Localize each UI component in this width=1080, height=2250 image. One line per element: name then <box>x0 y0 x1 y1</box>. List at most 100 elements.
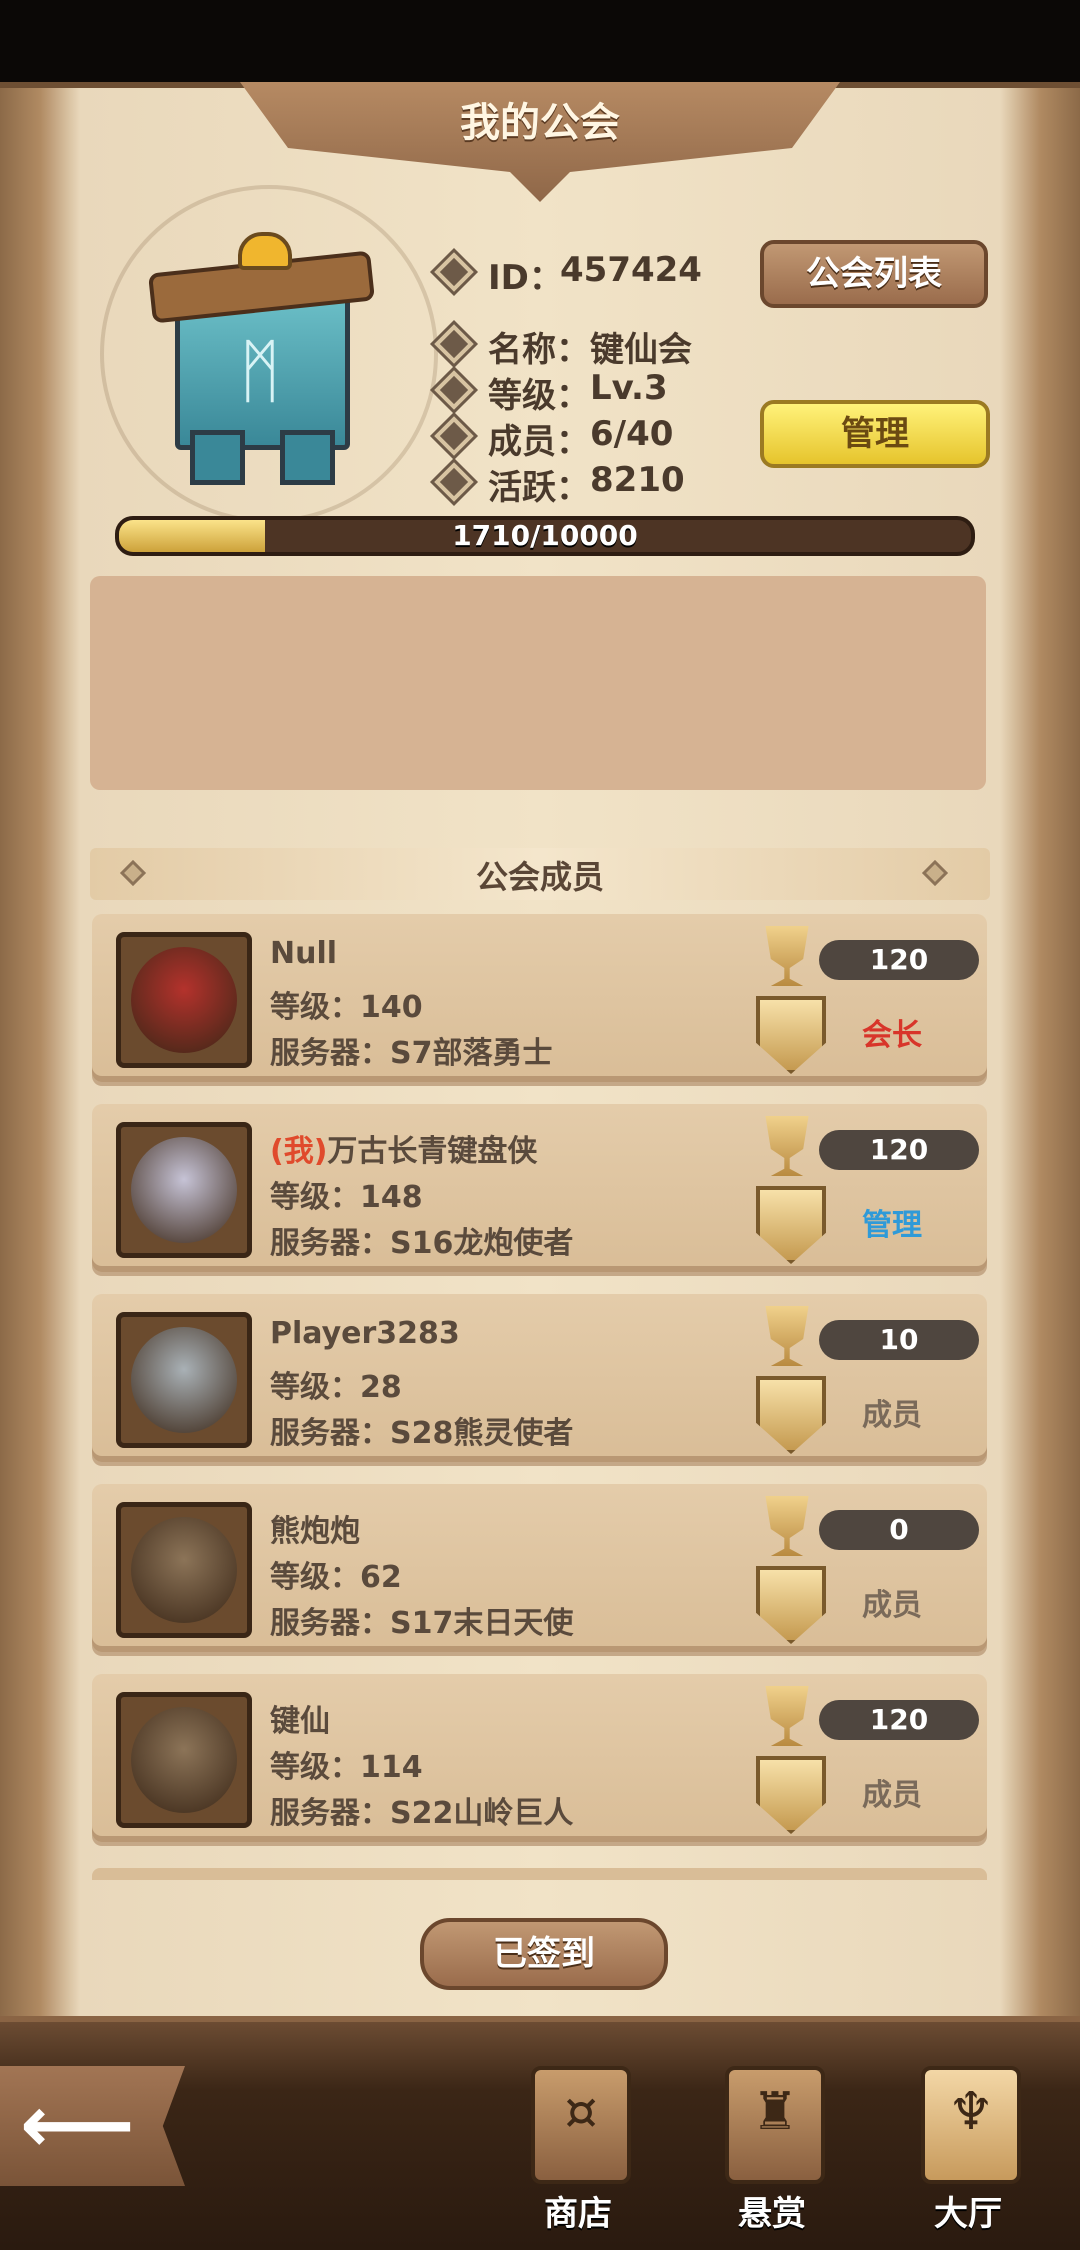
avatar[interactable] <box>116 1312 252 1448</box>
member-score: 0 <box>889 1513 909 1546</box>
manage-button[interactable]: 管理 <box>760 400 990 468</box>
trophy-icon <box>765 1306 809 1366</box>
member-score: 120 <box>869 943 929 976</box>
crossed-swords-shield-icon <box>756 996 826 1074</box>
avatar[interactable] <box>116 1122 252 1258</box>
member-card[interactable]: 熊炮炮等级：62 服务器：S17末日天使 0 成员 <box>92 1484 987 1652</box>
next-member-card-peek <box>92 1868 987 1880</box>
member-name: Player3283 <box>270 1316 460 1351</box>
helmet-glyph-icon: ♜ <box>751 2082 799 2142</box>
member-card[interactable]: 键仙等级：114 服务器：S22山岭巨人 120 成员 <box>92 1674 987 1842</box>
avatar[interactable] <box>116 932 252 1068</box>
crossed-swords-shield-icon <box>756 1756 826 1834</box>
diamond-bullet-icon <box>439 257 469 287</box>
guild-xp-text: 1710/10000 <box>452 519 638 552</box>
guild-id-row: ID： 457424 <box>439 250 760 298</box>
member-level: 等级：114 <box>270 1750 423 1785</box>
crossed-swords-shield-icon <box>756 1186 826 1264</box>
member-server: 服务器：S28熊灵使者 <box>270 1416 574 1451</box>
member-name-text: Null <box>270 936 338 971</box>
page-title: 我的公会 <box>460 100 620 146</box>
diamond-bullet-icon <box>439 375 469 405</box>
avatar[interactable] <box>116 1692 252 1828</box>
banner-foot-right <box>280 430 335 485</box>
member-name: 熊炮炮 <box>270 1506 360 1550</box>
avatar[interactable] <box>116 1502 252 1638</box>
member-name: Null <box>270 936 337 971</box>
crossed-swords-shield-icon <box>756 1376 826 1454</box>
avatar-portrait <box>131 1137 237 1243</box>
guild-members-value: 6/40 <box>590 414 674 454</box>
trophy-icon <box>765 1116 809 1176</box>
guild-level-label: 等级： <box>488 376 590 416</box>
member-level: 等级：28 <box>270 1370 402 1405</box>
trophy-icon <box>765 926 809 986</box>
member-level: 等级：62 <box>270 1560 402 1595</box>
mushroom-icon <box>238 232 292 270</box>
nav-shop[interactable]: ¤ 商店 <box>503 2066 653 2236</box>
member-role: 成员 <box>862 1398 922 1433</box>
avatar-portrait <box>131 1517 237 1623</box>
header-ornament-icon <box>120 860 147 886</box>
guild-name-value: 键仙会 <box>590 330 692 370</box>
guild-level-value: Lv.3 <box>590 368 668 408</box>
member-name-text: 键仙 <box>270 1704 330 1739</box>
member-card[interactable]: Null 等级：140 服务器：S7部落勇士 120 会长 <box>92 914 987 1082</box>
guild-level-row: 等级： Lv.3 <box>439 368 760 416</box>
avatar-portrait <box>131 947 237 1053</box>
guild-members-label: 成员： <box>488 422 590 462</box>
guild-list-button[interactable]: 公会列表 <box>760 240 988 308</box>
nav-bounty-label: 悬赏 <box>738 2194 806 2234</box>
guild-id-value: 457424 <box>560 250 702 290</box>
guild-name-label: 名称： <box>488 330 590 370</box>
shop-glyph-icon: ¤ <box>564 2082 598 2142</box>
avatar-portrait <box>131 1327 237 1433</box>
nav-hall-label: 大厅 <box>934 2194 1002 2234</box>
member-name-text: 万古长青键盘侠 <box>327 1134 538 1169</box>
member-card[interactable]: Player3283 等级：28 服务器：S28熊灵使者 10 成员 <box>92 1294 987 1462</box>
guild-name-row: 名称： 键仙会 <box>439 322 760 370</box>
member-name-text: Player3283 <box>270 1316 460 1351</box>
guild-activity-row: 活跃： 8210 <box>439 460 760 508</box>
member-role: 成员 <box>862 1588 922 1623</box>
crossed-swords-shield-icon <box>756 1566 826 1644</box>
nav-bounty[interactable]: ♜ 悬赏 <box>697 2066 847 2236</box>
back-arrow-icon: ⟵ <box>20 2078 135 2171</box>
header-ornament-icon <box>921 860 948 886</box>
member-score: 120 <box>869 1133 929 1166</box>
guild-id-label: ID： <box>488 258 563 298</box>
member-role: 成员 <box>862 1778 922 1813</box>
member-score: 120 <box>869 1703 929 1736</box>
crest-glyph-icon: ♆ <box>947 2082 995 2142</box>
member-server: 服务器：S7部落勇士 <box>270 1036 553 1071</box>
nav-hall[interactable]: ♆ 大厅 <box>893 2066 1043 2236</box>
member-role: 管理 <box>862 1208 922 1243</box>
guild-members-row: 成员： 6/40 <box>439 414 760 462</box>
member-score: 10 <box>879 1323 919 1356</box>
guild-activity-value: 8210 <box>590 460 685 500</box>
member-server: 服务器：S17末日天使 <box>270 1606 574 1641</box>
member-level: 等级：140 <box>270 990 423 1025</box>
members-section-title: 公会成员 <box>475 858 604 896</box>
member-level: 等级：148 <box>270 1180 423 1215</box>
member-name: (我)万古长青键盘侠 <box>270 1126 537 1170</box>
member-server: 服务器：S22山岭巨人 <box>270 1796 574 1831</box>
nav-shop-label: 商店 <box>544 2194 612 2234</box>
rune-icon: ᛗ <box>239 330 281 412</box>
trophy-icon <box>765 1496 809 1556</box>
me-tag: (我) <box>270 1134 328 1169</box>
guild-notice-box[interactable] <box>90 576 986 790</box>
member-role: 会长 <box>862 1018 922 1053</box>
banner-foot-left <box>190 430 245 485</box>
signed-in-button[interactable]: 已签到 <box>420 1918 668 1990</box>
diamond-bullet-icon <box>439 421 469 451</box>
diamond-bullet-icon <box>439 329 469 359</box>
trophy-icon <box>765 1686 809 1746</box>
member-server: 服务器：S16龙炮使者 <box>270 1226 574 1261</box>
guild-activity-label: 活跃： <box>488 468 590 508</box>
avatar-portrait <box>131 1707 237 1813</box>
member-card[interactable]: (我)万古长青键盘侠等级：148 服务器：S16龙炮使者 120 管理 <box>92 1104 987 1272</box>
member-name-text: 熊炮炮 <box>270 1514 360 1549</box>
member-name: 键仙 <box>270 1696 330 1740</box>
diamond-bullet-icon <box>439 467 469 497</box>
